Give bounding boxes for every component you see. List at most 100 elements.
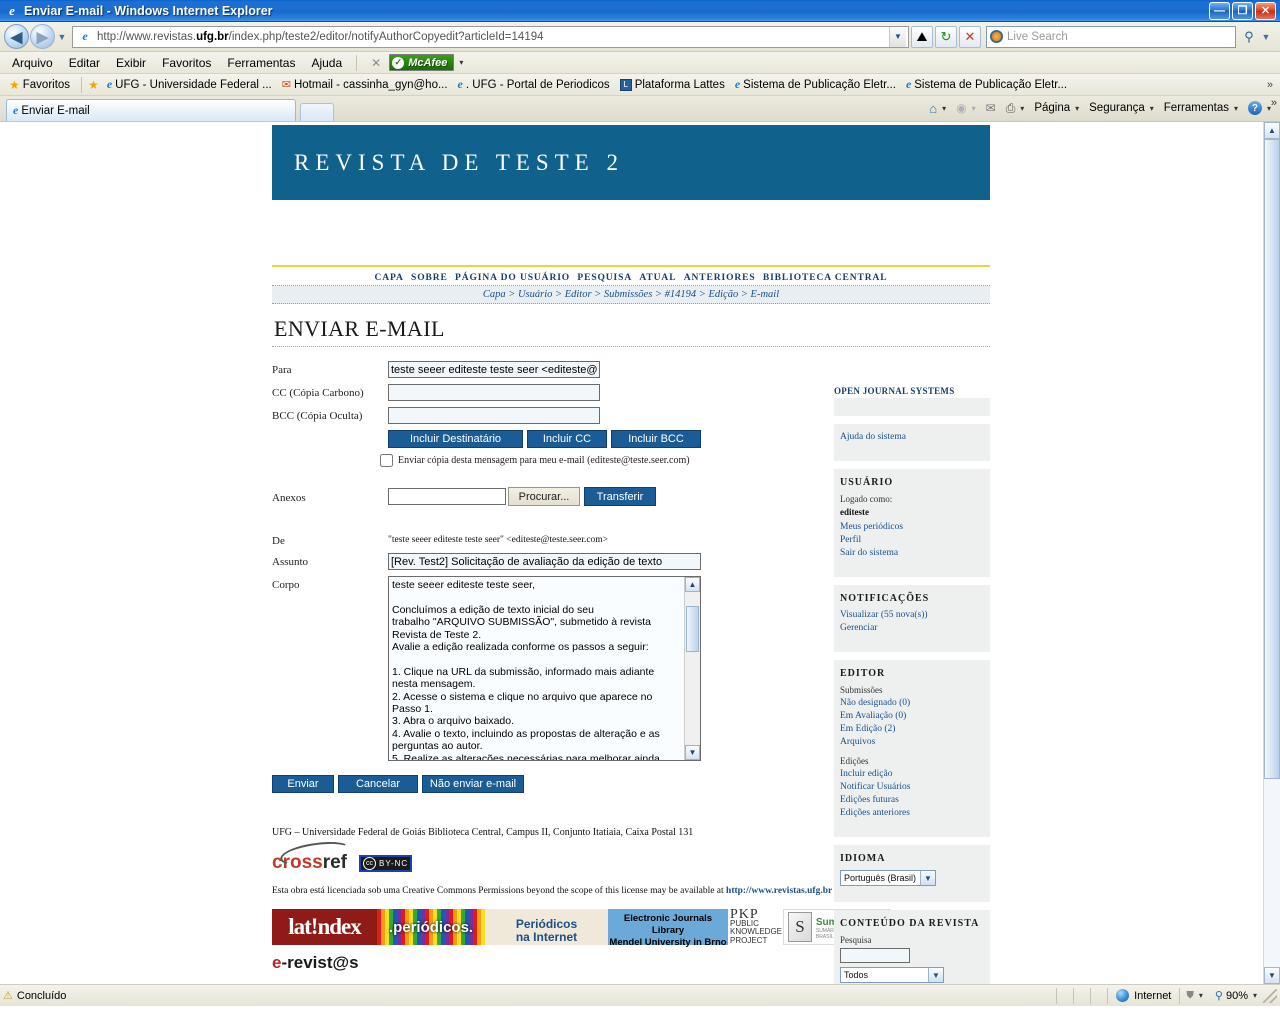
chevron-down-icon[interactable]: ▾ [972,104,976,113]
menu-exibir[interactable]: Exibir [108,54,154,72]
chevron-down-icon[interactable]: ▾ [1020,104,1024,113]
nav-item-pesquisa[interactable]: PESQUISA [575,273,634,283]
page-scroll-up-icon[interactable]: ▲ [1264,122,1280,139]
page-scrollbar[interactable]: ▲ ▼ [1263,122,1280,984]
periodicos-na-internet-logo[interactable]: Periódicos na Internet [485,909,608,945]
page-scroll-track[interactable] [1264,779,1280,967]
menu-ajuda[interactable]: Ajuda [303,54,350,72]
menu-favoritos[interactable]: Favoritos [154,54,219,72]
search-box[interactable]: Live Search [986,25,1236,48]
in-review-link[interactable]: Em Avaliação (0) [840,711,984,721]
future-issues-link[interactable]: Edições futuras [840,795,984,805]
breadcrumb[interactable]: Capa > Usuário > Editor > Submissões > #… [272,286,990,304]
nav-item-pagina-usuario[interactable]: PÁGINA DO USUÁRIO [453,273,572,283]
security-menu-button[interactable]: Segurança ▾ [1084,102,1159,114]
scroll-down-icon[interactable]: ▼ [685,745,700,760]
nav-item-atual[interactable]: ATUAL [637,273,678,283]
chevron-down-icon[interactable]: ▾ [1253,991,1257,1000]
menu-editar[interactable]: Editar [61,54,108,72]
back-issues-link[interactable]: Edições anteriores [840,808,984,818]
minimize-button[interactable]: — [1209,1,1230,20]
add-bcc-button[interactable]: Incluir BCC [611,430,701,448]
read-mail-button[interactable]: ✉ [981,101,1001,115]
profile-link[interactable]: Perfil [840,535,984,545]
tab-enviar-email[interactable]: e Enviar E-mail [6,99,296,121]
browse-button[interactable]: Procurar... [508,487,580,506]
feeds-button[interactable]: ◉ ▾ [951,101,981,115]
latindex-logo[interactable]: lat!ndex [272,909,377,945]
body-text[interactable]: teste seeer editeste teste seer, Concluí… [389,577,684,760]
notify-users-link[interactable]: Notificar Usuários [840,782,984,792]
forward-button[interactable]: ▶ [30,24,55,49]
back-button[interactable]: ◀ [4,24,29,49]
zoom-control[interactable]: ⚲ 90% ▾ [1209,989,1263,1003]
unassigned-link[interactable]: Não designado (0) [840,698,984,708]
logout-link[interactable]: Sair do sistema [840,548,984,558]
url-dropdown-icon[interactable]: ▼ [889,26,906,47]
attachment-file-input[interactable] [388,488,506,505]
add-favorite-icon[interactable]: ★ [88,78,99,92]
pkp-logo[interactable]: PKP PUBLIC KNOWLEDGE PROJECT [728,908,783,945]
menu-arquivo[interactable]: Arquivo [4,54,61,72]
compatibility-view-icon[interactable]: ⛰ [911,25,933,48]
to-input[interactable] [388,361,600,378]
chevron-down-icon[interactable]: ▾ [1199,991,1203,1000]
home-button[interactable]: ⌂ ▾ [924,101,951,116]
mcafee-caret-icon[interactable]: ▾ [459,58,463,67]
new-tab-button[interactable] [300,103,334,121]
my-journals-link[interactable]: Meus periódicos [840,522,984,532]
search-scope-select[interactable]: Todos ▼ [840,967,944,983]
license-link[interactable]: http://www.revistas.ufg.br [726,886,832,896]
creative-commons-badge[interactable]: cc BY-NC [359,854,413,872]
journal-search-input[interactable] [840,948,910,963]
nav-item-biblioteca-central[interactable]: BIBLIOTECA CENTRAL [761,273,890,283]
close-toolbar-icon[interactable]: ✕ [363,56,389,70]
manage-notifications-link[interactable]: Gerenciar [840,623,984,633]
electronic-journals-library-logo[interactable]: Electronic Journals Library Mendel Unive… [608,909,728,948]
menu-ferramentas[interactable]: Ferramentas [219,54,303,72]
nav-item-sobre[interactable]: SOBRE [409,273,450,283]
archives-link[interactable]: Arquivos [840,737,984,747]
page-scroll-thumb[interactable] [1264,139,1280,779]
page-scroll-down-icon[interactable]: ▼ [1264,967,1280,984]
protected-mode-indicator[interactable]: ⛊ ▾ [1180,990,1209,1001]
add-recipient-button[interactable]: Incluir Destinatário [388,430,523,448]
send-button[interactable]: Enviar [272,775,334,793]
favorite-item-ufg[interactable]: e UFG - Universidade Federal ... [102,77,277,92]
history-dropdown-icon[interactable]: ▼ [56,32,68,42]
view-notifications-link[interactable]: Visualizar (55 nova(s)) [840,610,984,620]
close-button[interactable]: ✕ [1255,1,1276,20]
security-zone[interactable]: Internet [1108,989,1179,1002]
resize-grip[interactable] [1263,988,1277,1003]
scroll-thumb[interactable] [686,606,699,652]
upload-button[interactable]: Transferir [584,487,656,506]
favorite-item-plataforma-lattes[interactable]: L Plataforma Lattes [615,78,730,91]
chevron-down-icon[interactable]: ▾ [942,104,946,113]
command-bar-overflow-icon[interactable]: » [1271,97,1277,109]
refresh-icon[interactable]: ↻ [935,25,957,48]
create-issue-link[interactable]: Incluir edição [840,769,984,779]
favorite-item-hotmail[interactable]: ✉ Hotmail - cassinha_gyn@ho... [277,78,453,92]
nav-item-capa[interactable]: CAPA [372,273,405,283]
send-copy-checkbox[interactable] [380,454,393,467]
cc-input[interactable] [388,384,600,401]
maximize-button[interactable]: ❐ [1232,1,1253,20]
mcafee-toolbar-button[interactable]: ✓ McAfee [389,54,455,71]
url-bar[interactable]: e http://www.revistas.ufg.br/index.php/t… [72,25,909,48]
favorite-item-portal-periodicos[interactable]: e . UFG - Portal de Periodicos [453,77,615,92]
favorites-button[interactable]: ★ Favoritos [4,78,75,92]
print-button[interactable]: ⎙ ▾ [1001,101,1030,116]
add-cc-button[interactable]: Incluir CC [527,430,607,448]
tools-menu-button[interactable]: Ferramentas ▾ [1159,102,1243,114]
in-editing-link[interactable]: Em Edição (2) [840,724,984,734]
nav-item-anteriores[interactable]: ANTERIORES [682,273,758,283]
scroll-up-icon[interactable]: ▲ [685,577,700,592]
periodicos-logo[interactable]: .periódicos. [377,909,485,945]
subject-input[interactable] [388,553,701,570]
skip-email-button[interactable]: Não enviar e-mail [422,775,524,793]
page-menu-button[interactable]: Página ▾ [1029,102,1084,114]
search-dropdown-icon[interactable]: ▼ [1260,32,1272,42]
language-select[interactable]: Português (Brasil) ▼ [840,870,936,886]
system-help-link[interactable]: Ajuda do sistema [840,432,984,442]
body-scrollbar[interactable]: ▲ ▼ [684,577,700,760]
